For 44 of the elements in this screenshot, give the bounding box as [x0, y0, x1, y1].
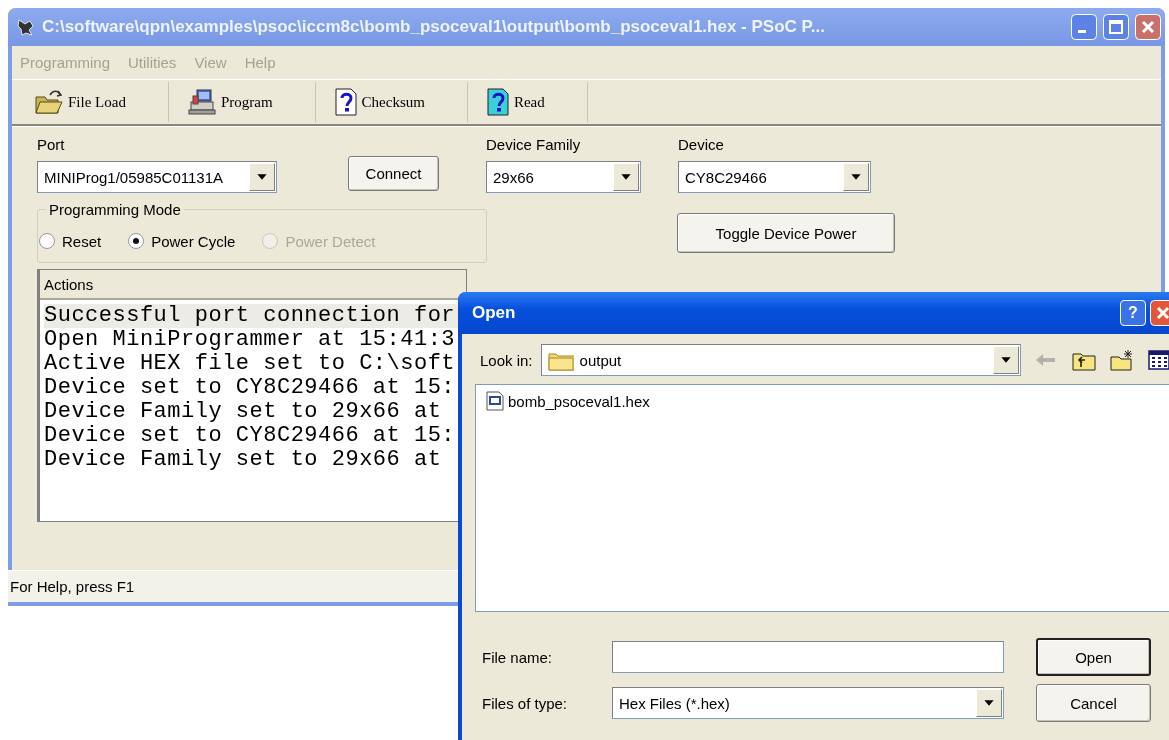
- radio-label: Power Detect: [285, 232, 376, 250]
- document-icon: [486, 391, 504, 411]
- toolbar-button[interactable]: Program: [176, 82, 316, 122]
- new-folder-icon[interactable]: [1108, 348, 1135, 372]
- cancel-button[interactable]: Cancel: [1036, 684, 1151, 722]
- open-button[interactable]: Open: [1036, 638, 1151, 676]
- file-name-label: File name:: [482, 648, 554, 666]
- toolbar-button[interactable]: File Load: [24, 82, 169, 122]
- computer-icon: [186, 88, 217, 116]
- help-button[interactable]: ?: [1120, 300, 1146, 326]
- app-icon: [16, 17, 36, 37]
- help-document-icon: [333, 87, 358, 117]
- file-name-field[interactable]: [612, 641, 1004, 673]
- toolbar-button[interactable]: Read: [475, 82, 588, 122]
- radio-label: Power Cycle: [151, 232, 236, 250]
- file-type-label: Files of type:: [482, 694, 569, 712]
- port-label: Port: [37, 136, 66, 153]
- open-folder-icon: [34, 89, 64, 115]
- device-family-label: Device Family: [486, 136, 582, 153]
- file-item[interactable]: bomb_psoceval1.hex: [484, 391, 652, 411]
- close-icon[interactable]: [1150, 300, 1169, 326]
- help-document-icon: [485, 87, 510, 117]
- column-header: Actions: [40, 270, 466, 300]
- toggle-power-button[interactable]: Toggle Device Power: [677, 213, 895, 253]
- file-type-dropdown[interactable]: Hex Files (*.hex): [612, 687, 1004, 719]
- view-menu-icon[interactable]: [1146, 348, 1169, 372]
- minimize-icon[interactable]: [1071, 14, 1097, 40]
- device-family-dropdown[interactable]: 29x66: [486, 161, 641, 193]
- radio-label: Reset: [62, 232, 102, 250]
- close-icon[interactable]: [1135, 14, 1161, 40]
- status-text: For Help, press F1: [10, 578, 135, 595]
- connect-button[interactable]: Connect: [348, 156, 439, 191]
- radio-button[interactable]: [38, 232, 56, 250]
- port-dropdown[interactable]: MINIProg1/05985C01131A: [37, 161, 277, 193]
- toolbar-button[interactable]: Checksum: [323, 82, 468, 122]
- radio-button[interactable]: [127, 232, 146, 250]
- dialog-title: Open: [472, 303, 517, 323]
- maximize-icon[interactable]: [1103, 14, 1129, 40]
- group-label: Programming Mode: [48, 201, 182, 218]
- device-dropdown[interactable]: CY8C29466: [678, 161, 871, 193]
- look-in-label: Look in:: [480, 351, 533, 369]
- device-label: Device: [678, 136, 725, 153]
- window-title: C:\software\qpn\examples\psoc\iccm8c\bomb_psoceval1\output\bomb_psoceval1.hex - PSoC P...: [42, 17, 826, 37]
- look-in-dropdown[interactable]: output: [540, 344, 1021, 376]
